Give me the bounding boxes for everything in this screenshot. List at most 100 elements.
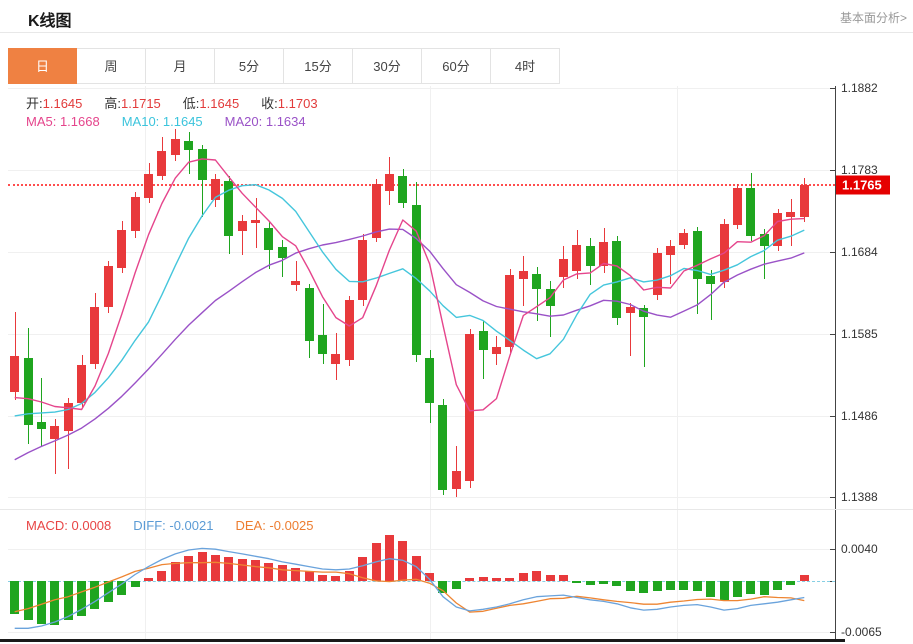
macd-histogram-bar xyxy=(157,571,166,581)
period-tab-bar: 日周月5分15分30分60分4时 xyxy=(8,48,560,84)
price-axis-label: 1.1684 xyxy=(841,245,878,259)
last-price-line xyxy=(8,184,835,186)
price-axis-label: 1.1585 xyxy=(841,327,878,341)
price-axis-tick xyxy=(830,497,835,498)
tab-period-3[interactable]: 月 xyxy=(146,48,215,84)
macd-histogram-bar xyxy=(532,571,541,580)
chart-area[interactable]: 1.18821.17831.16841.15851.14861.13880.00… xyxy=(0,86,913,644)
ohlc-legend-item: 收:1.1703 xyxy=(261,96,317,111)
fundamental-analysis-link[interactable]: 基本面分析> xyxy=(840,9,907,26)
macd-histogram-bar xyxy=(10,581,19,614)
candle xyxy=(693,231,702,278)
candle xyxy=(479,331,488,351)
candle xyxy=(251,220,260,223)
candle xyxy=(117,230,126,268)
macd-histogram-bar xyxy=(492,578,501,580)
candle xyxy=(639,308,648,316)
macd-histogram-bar xyxy=(746,581,755,594)
candle-wick xyxy=(791,199,792,246)
ma-legend-item: MA10: 1.1645 xyxy=(122,114,203,129)
candle xyxy=(438,405,447,490)
macd-histogram-bar xyxy=(599,581,608,584)
macd-histogram-bar xyxy=(331,576,340,581)
ma-legend-item: MA5: 1.1668 xyxy=(26,114,100,129)
tab-period-1[interactable]: 日 xyxy=(8,48,77,84)
candle xyxy=(345,300,354,360)
candle xyxy=(144,174,153,199)
chart-bottom-border xyxy=(0,639,845,642)
macd-histogram-bar xyxy=(264,563,273,581)
ohlc-legend-item: 开:1.1645 xyxy=(26,96,82,111)
macd-gridline xyxy=(8,549,835,550)
macd-histogram-bar xyxy=(760,581,769,595)
candle xyxy=(612,241,621,318)
macd-axis-label: 0.0040 xyxy=(841,542,878,556)
header-divider xyxy=(0,32,913,33)
ohlc-legend: 开:1.1645高:1.1715低:1.1645收:1.1703 xyxy=(26,93,340,112)
macd-histogram-bar xyxy=(184,556,193,581)
macd-histogram-bar xyxy=(358,557,367,581)
candle xyxy=(104,266,113,307)
candle xyxy=(198,149,207,180)
candle xyxy=(291,281,300,285)
tab-period-4[interactable]: 5分 xyxy=(215,48,284,84)
candle xyxy=(425,358,434,403)
right-axis-line xyxy=(835,86,836,639)
vertical-gridline xyxy=(145,86,146,639)
ma20-line xyxy=(15,229,805,460)
macd-histogram-bar xyxy=(117,581,126,595)
macd-histogram-bar xyxy=(626,581,635,591)
macd-legend-item: MACD: 0.0008 xyxy=(26,518,111,533)
macd-axis-tick xyxy=(830,549,835,550)
candle xyxy=(465,334,474,481)
macd-histogram-bar xyxy=(679,581,688,590)
panel-separator xyxy=(0,509,913,510)
macd-gridline xyxy=(8,632,835,633)
macd-legend-item: DEA: -0.0025 xyxy=(235,518,313,533)
macd-histogram-bar xyxy=(505,578,514,581)
macd-histogram-bar xyxy=(479,577,488,581)
macd-histogram-bar xyxy=(572,581,581,583)
macd-histogram-bar xyxy=(666,581,675,590)
ma-legend: MA5: 1.1668MA10: 1.1645MA20: 1.1634 xyxy=(26,114,328,129)
candle xyxy=(305,288,314,342)
price-axis-tick xyxy=(830,416,835,417)
tab-period-8[interactable]: 4时 xyxy=(491,48,560,84)
macd-histogram-bar xyxy=(519,573,528,581)
candle xyxy=(358,240,367,300)
tab-period-5[interactable]: 15分 xyxy=(284,48,353,84)
candle xyxy=(264,228,273,249)
candle xyxy=(452,471,461,489)
macd-histogram-bar xyxy=(800,575,809,581)
tab-period-6[interactable]: 30分 xyxy=(353,48,422,84)
price-gridline xyxy=(8,416,835,417)
macd-histogram-bar xyxy=(438,581,447,593)
macd-histogram-bar xyxy=(639,581,648,593)
price-gridline xyxy=(8,334,835,335)
candle xyxy=(24,358,33,425)
macd-histogram-bar xyxy=(64,581,73,621)
candle xyxy=(653,253,662,295)
candle-wick xyxy=(41,378,42,447)
price-gridline xyxy=(8,170,835,171)
price-gridline xyxy=(8,252,835,253)
macd-histogram-bar xyxy=(131,581,140,587)
candle xyxy=(10,356,19,392)
macd-histogram-bar xyxy=(412,556,421,581)
tab-period-7[interactable]: 60分 xyxy=(422,48,491,84)
price-axis-tick xyxy=(830,88,835,89)
macd-histogram-bar xyxy=(465,578,474,580)
candle xyxy=(412,205,421,355)
candle xyxy=(224,181,233,236)
candle xyxy=(50,426,59,438)
macd-histogram-bar xyxy=(733,581,742,597)
macd-histogram-bar xyxy=(144,578,153,581)
price-axis-label: 1.1486 xyxy=(841,409,878,423)
candle xyxy=(238,221,247,231)
macd-histogram-bar xyxy=(425,573,434,581)
candle xyxy=(733,188,742,224)
macd-histogram-bar xyxy=(398,541,407,581)
tab-period-2[interactable]: 周 xyxy=(77,48,146,84)
candle xyxy=(492,347,501,354)
candle-wick xyxy=(256,198,257,248)
